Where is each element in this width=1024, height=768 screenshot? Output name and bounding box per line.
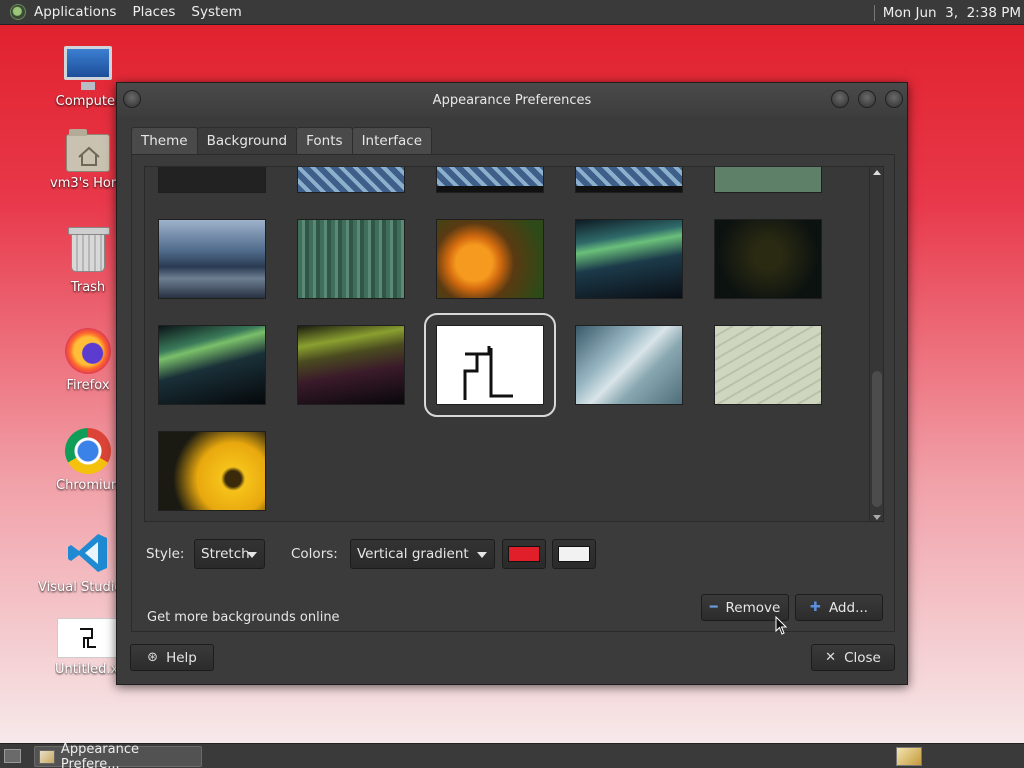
tab-theme[interactable]: Theme: [131, 127, 198, 155]
help-label: Help: [166, 649, 197, 666]
wallpaper-thumb[interactable]: [158, 325, 266, 405]
top-panel: Applications Places System Mon Jun 3, 2:…: [0, 0, 1024, 25]
workspace-switcher-icon[interactable]: [896, 747, 922, 766]
home-folder-icon: [66, 129, 110, 172]
add-label: Add...: [828, 599, 868, 616]
wallpaper-thumb[interactable]: [575, 325, 683, 405]
appearance-app-icon: [39, 749, 55, 764]
style-label: Style:: [146, 546, 185, 562]
close-window-button[interactable]: [885, 90, 903, 108]
colors-label: Colors:: [291, 546, 338, 562]
menu-system[interactable]: System: [183, 0, 249, 25]
plus-icon: ✚: [810, 600, 821, 615]
primary-color-swatch: [508, 546, 540, 562]
menu-places[interactable]: Places: [124, 0, 183, 25]
close-button[interactable]: ✕ Close: [811, 644, 895, 671]
style-value: Stretch: [201, 546, 250, 562]
wallpaper-thumb-selected[interactable]: [424, 313, 556, 417]
taskbar-item-appearance[interactable]: Appearance Prefere...: [34, 742, 202, 768]
wallpaper-thumb[interactable]: [158, 219, 266, 299]
colors-value: Vertical gradient: [357, 546, 469, 562]
wallpaper-thumb[interactable]: [436, 219, 544, 299]
wallpaper-thumb[interactable]: [436, 167, 544, 193]
close-icon: ✕: [825, 650, 837, 665]
wallpaper-thumb[interactable]: [575, 167, 683, 193]
app-menu-logo-icon[interactable]: [10, 4, 26, 20]
chevron-down-icon: [477, 552, 487, 558]
computer-icon: [64, 46, 112, 90]
background-tab-panel: Style: Stretch Colors: Vertical gradient…: [131, 154, 895, 632]
dialog-title: Appearance Preferences: [432, 92, 592, 108]
scrollbar-thumb[interactable]: [872, 371, 882, 507]
tab-bar: Theme Background Fonts Interface: [131, 127, 433, 155]
colors-combobox[interactable]: Vertical gradient: [350, 539, 495, 569]
mouse-cursor-icon: [775, 616, 787, 635]
clock-text: Mon Jun 3, 2:38 PM: [882, 4, 1021, 21]
help-lifebuoy-icon: ⊛: [147, 650, 159, 665]
scroll-up-icon[interactable]: [873, 170, 881, 175]
trash-icon: [68, 227, 110, 272]
secondary-color-button[interactable]: [552, 539, 596, 569]
minimize-button[interactable]: [831, 90, 849, 108]
add-button[interactable]: ✚ Add...: [795, 594, 883, 621]
show-desktop-icon[interactable]: [4, 749, 21, 763]
top-menu: Applications Places System: [26, 0, 250, 25]
wallpaper-thumb[interactable]: [575, 219, 683, 299]
secondary-color-swatch: [558, 546, 590, 562]
dialog-titlebar[interactable]: Appearance Preferences: [117, 83, 907, 117]
wallpaper-thumb[interactable]: [297, 325, 405, 405]
taskbar-item-label: Appearance Prefere...: [60, 741, 139, 768]
desktop-icon-label: Chromium: [56, 478, 120, 493]
bottom-taskbar: Appearance Prefere...: [0, 742, 1024, 768]
chevron-down-icon: [247, 552, 257, 558]
wallpaper-thumb[interactable]: [297, 219, 405, 299]
style-combobox[interactable]: Stretch: [194, 539, 265, 569]
tab-interface[interactable]: Interface: [351, 127, 433, 155]
vscode-icon: [65, 530, 111, 576]
scroll-down-icon[interactable]: [873, 515, 881, 520]
wallpaper-thumb[interactable]: [714, 219, 822, 299]
help-button[interactable]: ⊛ Help: [130, 644, 214, 671]
clock-applet[interactable]: Mon Jun 3, 2:38 PM: [873, 0, 1024, 25]
wallpaper-gallery[interactable]: [144, 166, 884, 522]
wallpaper-thumb[interactable]: [714, 325, 822, 405]
panel-separator: [873, 4, 875, 21]
minus-icon: ━: [709, 600, 718, 615]
gallery-scrollbar[interactable]: [869, 167, 883, 521]
image-file-icon: [57, 618, 119, 658]
tab-background[interactable]: Background: [196, 127, 298, 155]
chromium-icon: [65, 428, 111, 474]
wallpaper-thumb[interactable]: [297, 167, 405, 193]
wallpaper-thumb[interactable]: [158, 167, 266, 193]
firefox-icon: [65, 328, 111, 374]
wallpaper-thumb[interactable]: [158, 431, 266, 511]
maximize-button[interactable]: [858, 90, 876, 108]
desktop-icon-label: vm3's Home: [50, 176, 126, 191]
tab-fonts[interactable]: Fonts: [296, 127, 353, 155]
window-menu-button[interactable]: [123, 90, 141, 108]
primary-color-button[interactable]: [502, 539, 546, 569]
appearance-preferences-dialog: Appearance Preferences Theme Background …: [116, 82, 908, 685]
more-backgrounds-link[interactable]: Get more backgrounds online: [147, 610, 340, 625]
close-label: Close: [844, 649, 881, 666]
wallpaper-thumb[interactable]: [714, 167, 822, 193]
menu-applications[interactable]: Applications: [26, 0, 124, 25]
desktop-icon-label: Visual Studio Code: [38, 580, 120, 595]
remove-label: Remove: [725, 599, 781, 616]
desktop-icon-label: Untitled.xcf: [55, 662, 119, 677]
